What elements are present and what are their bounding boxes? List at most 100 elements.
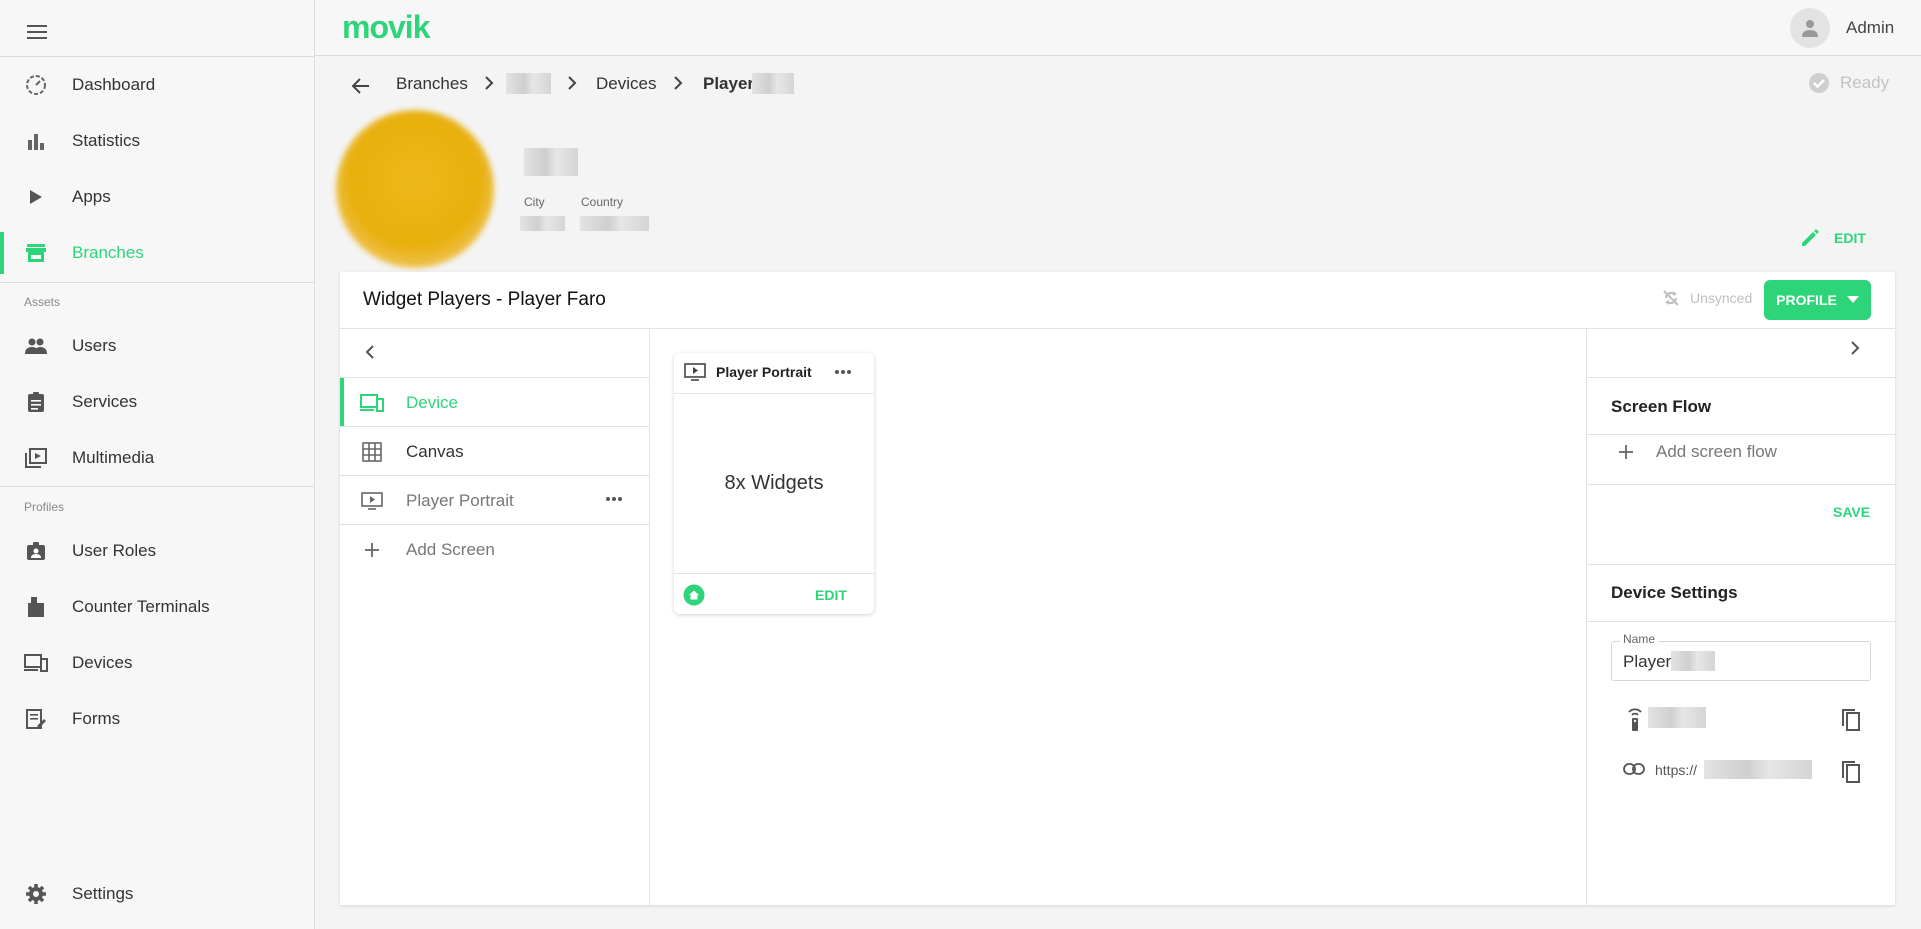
more-options-icon[interactable]: [605, 496, 623, 502]
country-label: Country: [581, 195, 624, 209]
edit-branch-button[interactable]: EDIT: [1800, 228, 1866, 248]
breadcrumb-branches[interactable]: Branches: [396, 74, 468, 94]
more-options-icon[interactable]: [834, 369, 852, 375]
bar-chart-icon: [24, 129, 48, 153]
right-panel-separator: [1587, 377, 1895, 378]
remote-icon: [1626, 706, 1644, 732]
device-settings-title: Device Settings: [1611, 583, 1738, 602]
screen-play-icon: [684, 363, 706, 381]
add-screen-button[interactable]: Add Screen: [340, 525, 649, 574]
right-panel-divider: [1586, 329, 1587, 905]
left-panel-divider: [649, 329, 650, 905]
widget-count: 8x Widgets: [724, 472, 824, 494]
left-panel-item-player-portrait[interactable]: Player Portrait: [340, 476, 649, 525]
menu-icon[interactable]: [22, 17, 52, 47]
back-arrow-icon[interactable]: [346, 71, 376, 101]
sidebar-item-label: User Roles: [72, 541, 157, 560]
caret-down-icon: [1846, 296, 1859, 304]
app-logo[interactable]: movik: [342, 9, 430, 46]
device-id-blurred: [1648, 707, 1706, 728]
section-label-assets: Assets: [24, 295, 61, 309]
device-name-blurred: [1671, 651, 1715, 671]
screen-play-icon: [360, 489, 384, 513]
card-divider: [340, 328, 1895, 329]
right-panel-separator: [1587, 621, 1895, 622]
sidebar-item-users[interactable]: Users: [0, 319, 314, 373]
profile-dropdown-button[interactable]: PROFILE: [1764, 280, 1871, 320]
copy-icon[interactable]: [1841, 708, 1861, 732]
breadcrumb-devices[interactable]: Devices: [596, 74, 656, 94]
sidebar-item-services[interactable]: Services: [0, 375, 314, 429]
user-name[interactable]: Admin: [1846, 18, 1894, 38]
sidebar-item-label: Users: [72, 336, 117, 355]
device-name-label: Name: [1620, 632, 1659, 646]
sidebar-item-dashboard[interactable]: Dashboard: [0, 58, 314, 112]
terminal-icon: [24, 595, 48, 619]
left-panel-item-label: Canvas: [406, 441, 464, 461]
right-panel-separator: [1587, 484, 1895, 485]
video-library-icon: [24, 446, 48, 470]
card-title: Widget Players - Player Faro: [363, 289, 606, 310]
plus-icon: [1614, 440, 1638, 464]
device-url-prefix: https://: [1655, 762, 1698, 778]
users-icon: [24, 334, 48, 358]
right-panel-separator: [1587, 434, 1895, 435]
left-panel-item-device[interactable]: Device: [340, 378, 649, 427]
sidebar-item-apps[interactable]: Apps: [0, 170, 314, 224]
add-screen-flow-button[interactable]: Add screen flow: [1600, 440, 1777, 464]
screen-card-title: Player Portrait: [716, 364, 812, 380]
chevron-right-icon: [484, 76, 494, 90]
left-panel-item-label: Player Portrait: [406, 490, 514, 510]
right-panel-separator: [1587, 564, 1895, 565]
left-panel-item-label: Add Screen: [406, 539, 495, 559]
sync-disabled-icon: [1662, 289, 1680, 307]
status-ready: Ready: [1808, 72, 1889, 94]
sidebar-item-user-roles[interactable]: User Roles: [0, 524, 314, 578]
sidebar-item-multimedia[interactable]: Multimedia: [0, 431, 314, 485]
screen-card-divider: [674, 393, 874, 394]
sync-status-label: Unsynced: [1690, 290, 1753, 306]
add-screen-flow-label: Add screen flow: [1656, 442, 1777, 461]
country-value-blurred: [580, 216, 649, 231]
play-icon: [24, 185, 48, 209]
gear-icon: [24, 882, 48, 906]
device-name-value[interactable]: Player: [1623, 652, 1671, 672]
devices-icon: [24, 651, 48, 675]
sidebar-item-statistics[interactable]: Statistics: [0, 114, 314, 168]
badge-icon: [24, 539, 48, 563]
sidebar-item-branches[interactable]: Branches: [0, 226, 314, 280]
breadcrumb-branch-blurred[interactable]: [506, 73, 551, 94]
left-panel-item-label: Device: [406, 392, 458, 412]
home-icon: [683, 584, 705, 606]
branch-name-blurred: [524, 148, 578, 176]
sidebar-item-forms[interactable]: Forms: [0, 692, 314, 746]
sidebar-item-label: Branches: [72, 243, 144, 262]
dashboard-icon: [24, 73, 48, 97]
city-value-blurred: [520, 216, 565, 231]
grid-icon: [360, 440, 384, 464]
plus-icon: [360, 538, 384, 562]
save-button[interactable]: SAVE: [1833, 504, 1870, 520]
collapse-left-chevron-icon[interactable]: [364, 344, 376, 360]
copy-icon[interactable]: [1841, 760, 1861, 784]
left-panel-item-canvas[interactable]: Canvas: [340, 427, 649, 476]
sidebar-item-devices[interactable]: Devices: [0, 636, 314, 690]
sync-status: Unsynced: [1662, 289, 1752, 307]
edit-branch-label: EDIT: [1834, 230, 1866, 246]
form-edit-icon: [24, 707, 48, 731]
screen-edit-button[interactable]: EDIT: [815, 587, 847, 603]
sidebar-item-counter-terminals[interactable]: Counter Terminals: [0, 580, 314, 634]
sidebar-item-label: Forms: [72, 709, 121, 728]
sidebar-item-settings[interactable]: Settings: [0, 867, 314, 921]
breadcrumb-player-blurred: [752, 73, 794, 94]
top-bar: [315, 0, 1921, 56]
pencil-icon: [1800, 228, 1820, 248]
city-label: City: [524, 195, 545, 209]
devices-icon: [360, 391, 384, 415]
clipboard-icon: [24, 390, 48, 414]
expand-right-chevron-icon[interactable]: [1849, 340, 1861, 356]
sidebar-item-label: Devices: [72, 653, 133, 672]
breadcrumb-current-player: Player: [703, 74, 755, 93]
avatar[interactable]: [1790, 8, 1830, 48]
branch-logo-image: [336, 110, 494, 268]
